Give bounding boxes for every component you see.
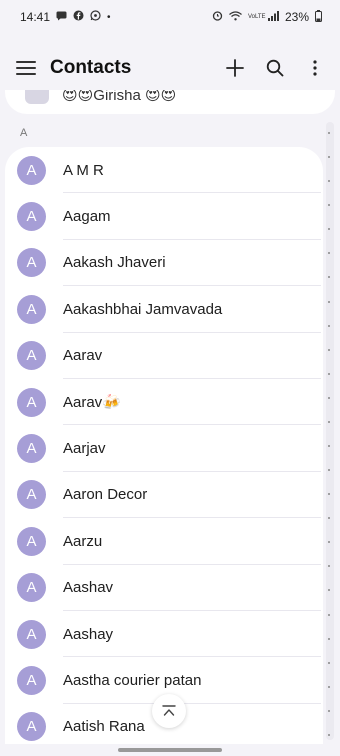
list-item[interactable]: A Aarjav bbox=[5, 425, 323, 472]
contact-name: Aaron Decor bbox=[63, 486, 148, 504]
list-item[interactable]: A Aarav bbox=[5, 333, 323, 379]
avatar: A bbox=[17, 619, 46, 649]
home-indicator[interactable] bbox=[118, 748, 222, 752]
status-time: 14:41 bbox=[20, 10, 51, 24]
signal-icon bbox=[267, 10, 279, 24]
status-right: VoLTE 23% bbox=[212, 9, 322, 25]
avatar: A bbox=[17, 294, 46, 324]
alphabet-index[interactable] bbox=[327, 132, 331, 736]
list-item[interactable]: A Aagam bbox=[5, 193, 323, 240]
list-item[interactable]: A Aarzu bbox=[5, 518, 323, 565]
app-bar: Contacts bbox=[0, 46, 340, 90]
avatar: A bbox=[17, 155, 46, 185]
search-button[interactable] bbox=[264, 57, 286, 79]
contact-name: Aarjav bbox=[63, 440, 106, 458]
avatar: A bbox=[17, 665, 46, 695]
list-item[interactable]: A A M R bbox=[5, 147, 323, 194]
avatar: A bbox=[17, 480, 46, 510]
contact-name: Aastha courier patan bbox=[63, 671, 202, 689]
contact-name: Aakash Jhaveri bbox=[63, 254, 166, 272]
alarm-icon bbox=[212, 10, 223, 24]
contact-name: Aarav bbox=[63, 347, 103, 365]
list-item[interactable]: A Aashav bbox=[5, 565, 323, 611]
status-left: 14:41 • bbox=[20, 10, 111, 24]
previous-contact-name: 😍😍Girisha 😍😍 bbox=[62, 90, 177, 104]
contact-name: Aakashbhai Jamvavada bbox=[63, 300, 223, 318]
page-title: Contacts bbox=[50, 57, 132, 78]
status-bar: 14:41 • VoLTE 23% bbox=[0, 0, 340, 34]
app-actions bbox=[224, 57, 326, 79]
avatar: A bbox=[17, 573, 46, 603]
previous-contact-card[interactable]: 😍😍Girisha 😍😍 bbox=[5, 90, 335, 114]
add-contact-button[interactable] bbox=[224, 57, 246, 79]
contact-name: Aashay bbox=[63, 625, 114, 643]
list-item[interactable]: A Aakashbhai Jamvavada bbox=[5, 286, 323, 333]
avatar: A bbox=[17, 387, 46, 417]
list-item[interactable]: A Aakash Jhaveri bbox=[5, 240, 323, 287]
avatar: A bbox=[17, 341, 46, 371]
avatar: A bbox=[17, 712, 46, 742]
plus-icon bbox=[226, 59, 244, 77]
more-notifications-dot: • bbox=[107, 11, 111, 23]
more-vertical-icon bbox=[313, 60, 317, 76]
avatar bbox=[25, 90, 49, 104]
contact-name: Aashav bbox=[63, 579, 114, 597]
chevron-up-icon bbox=[162, 705, 176, 716]
battery-icon bbox=[315, 9, 322, 25]
contact-name: Aarav🍻 bbox=[63, 394, 121, 412]
section-header: A bbox=[20, 127, 28, 139]
contact-name: A M R bbox=[63, 161, 104, 179]
list-item[interactable]: A Aashay bbox=[5, 611, 323, 658]
scroll-to-top-button[interactable] bbox=[152, 694, 186, 728]
facebook-notification-icon bbox=[73, 10, 84, 24]
more-options-button[interactable] bbox=[304, 57, 326, 79]
hamburger-menu-icon[interactable] bbox=[16, 61, 36, 75]
volte-indicator: VoLTE bbox=[247, 14, 266, 20]
battery-percent: 23% bbox=[284, 10, 309, 24]
contact-name: Aatish Rana bbox=[63, 718, 145, 736]
message-notification-icon bbox=[56, 11, 67, 24]
contact-name: Aagam bbox=[63, 208, 111, 226]
avatar: A bbox=[17, 526, 46, 556]
avatar: A bbox=[17, 202, 46, 232]
avatar: A bbox=[17, 434, 46, 464]
list-item[interactable]: A Aarav🍻 bbox=[5, 379, 323, 426]
search-icon bbox=[266, 59, 284, 77]
avatar: A bbox=[17, 248, 46, 278]
contact-list: A A M R A Aagam A Aakash Jhaveri A Aakas… bbox=[5, 147, 323, 744]
wifi-icon bbox=[229, 10, 242, 24]
contact-name: Aarzu bbox=[63, 532, 103, 550]
whatsapp-notification-icon bbox=[90, 10, 101, 24]
list-item[interactable]: A Aaron Decor bbox=[5, 472, 323, 519]
